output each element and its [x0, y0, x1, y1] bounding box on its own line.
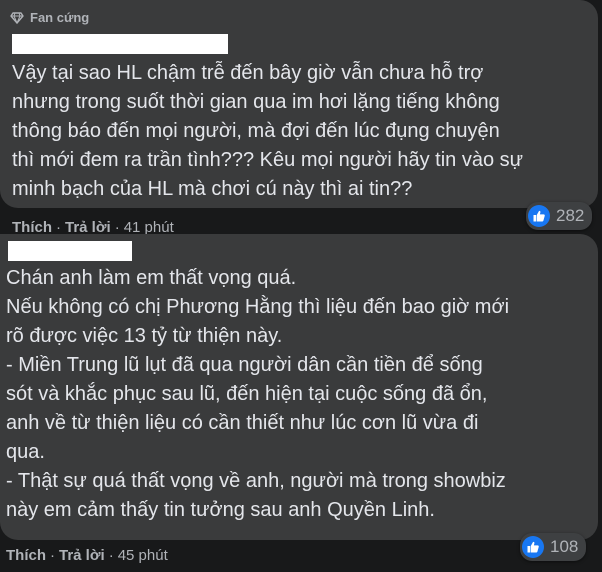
like-icon [528, 205, 550, 227]
fan-badge[interactable]: Fan cứng [10, 10, 89, 25]
comment-bubble: Fan cứng Vậy tại sao HL chậm trễ đến bây… [0, 0, 598, 208]
reaction-summary[interactable]: 282 [526, 202, 593, 230]
separator: · [108, 547, 114, 564]
reaction-summary[interactable]: 108 [520, 533, 587, 561]
badge-label: Fan cứng [30, 10, 90, 25]
redacted-author-name[interactable] [8, 241, 132, 261]
separator: · [50, 547, 55, 564]
redacted-author-name[interactable] [12, 34, 228, 54]
comment-text: Chán anh làm em thất vọng quá. Nếu không… [6, 267, 510, 521]
comment-actions: Thích · Trả lời · 45 phút [6, 547, 168, 564]
comment-bubble: Chán anh làm em thất vọng quá. Nếu không… [0, 234, 598, 540]
reaction-count: 282 [556, 206, 585, 225]
comment-text: Vậy tại sao HL chậm trễ đến bây giờ vẫn … [12, 62, 524, 200]
like-button[interactable]: Thích [6, 547, 46, 564]
reaction-count: 108 [550, 537, 579, 556]
timestamp[interactable]: 45 phút [118, 547, 168, 564]
reply-button[interactable]: Trả lời [59, 547, 105, 564]
diamond-icon [10, 11, 24, 24]
like-icon [522, 536, 544, 558]
